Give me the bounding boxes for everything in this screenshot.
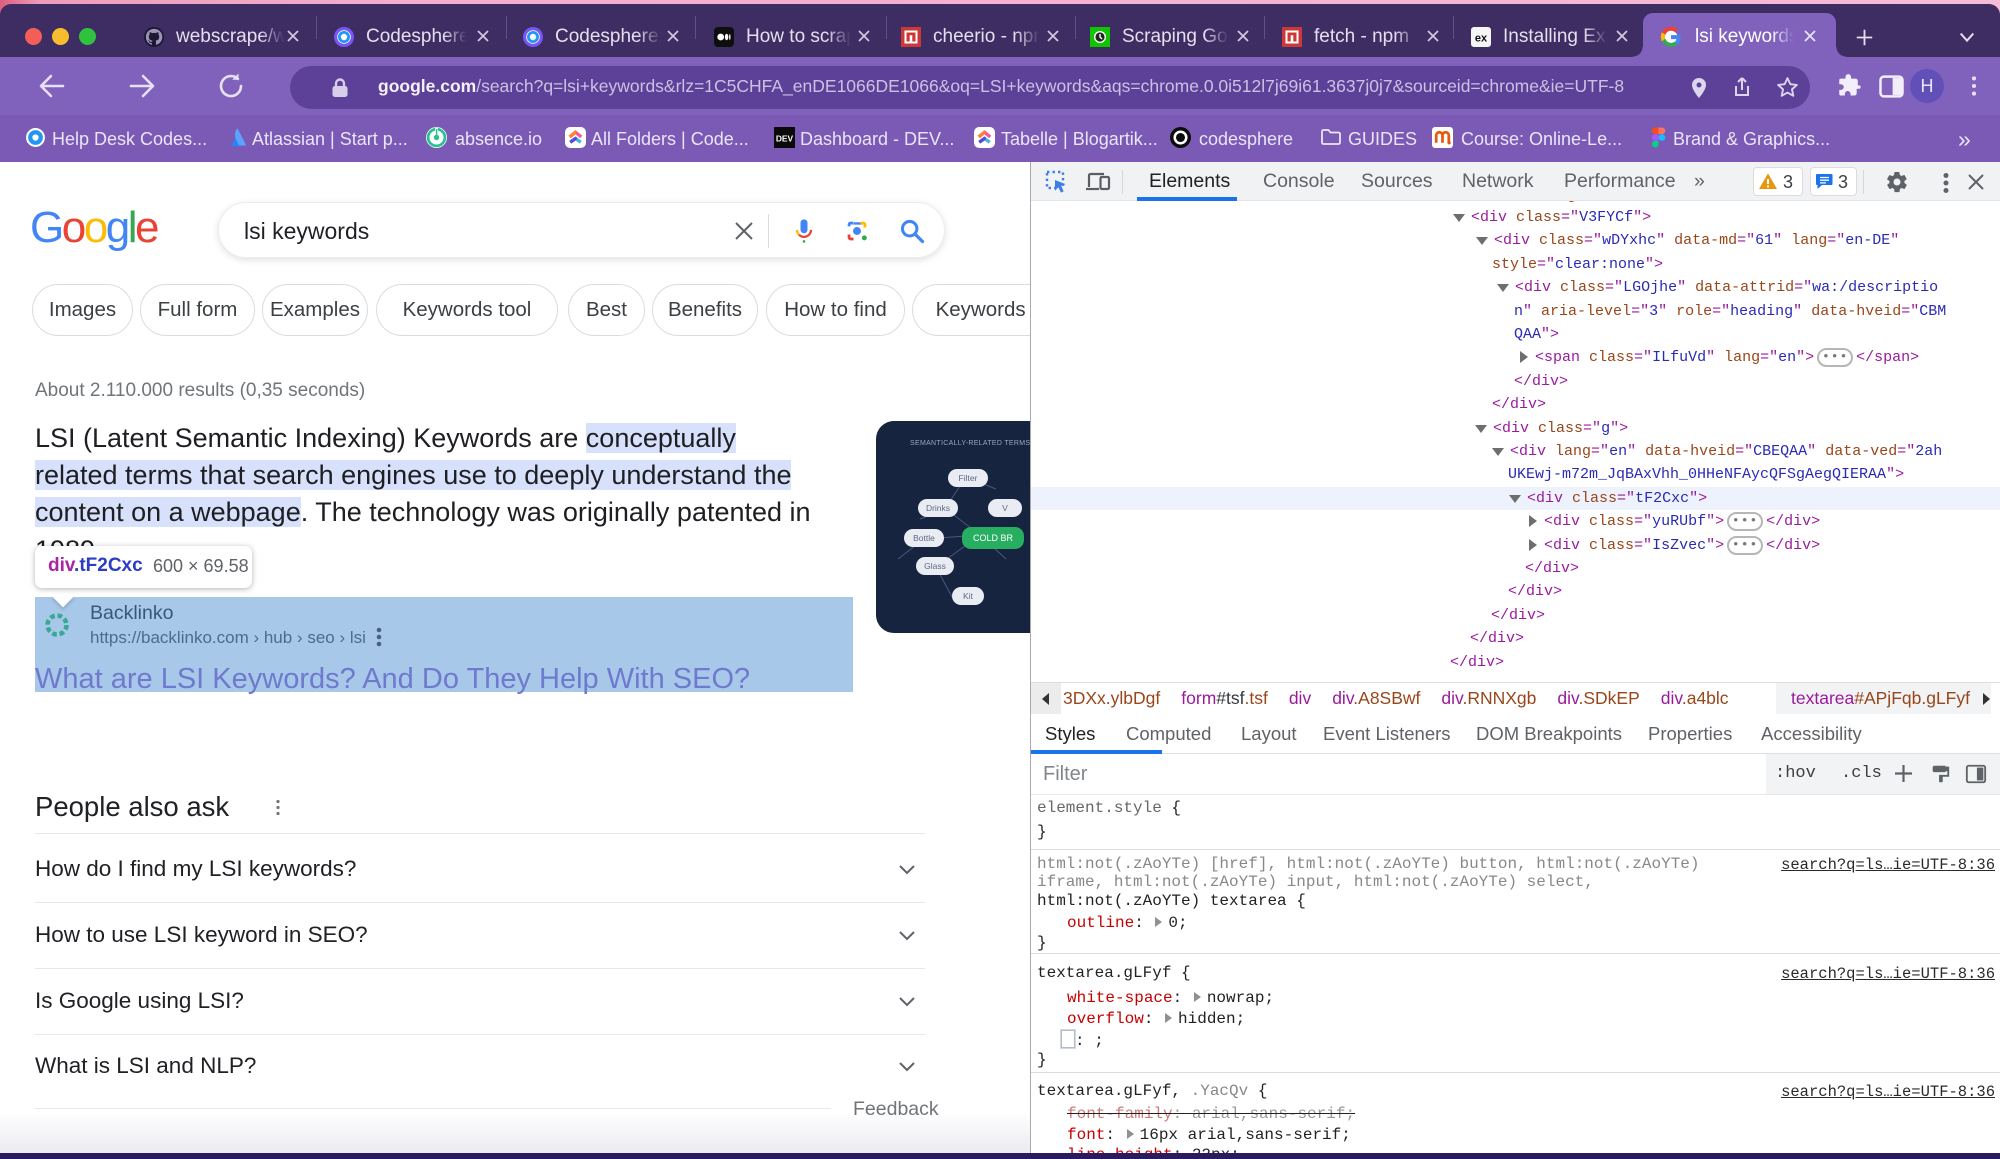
svg-text:ex: ex [1475, 33, 1488, 45]
svg-text:DEV: DEV [776, 134, 794, 144]
